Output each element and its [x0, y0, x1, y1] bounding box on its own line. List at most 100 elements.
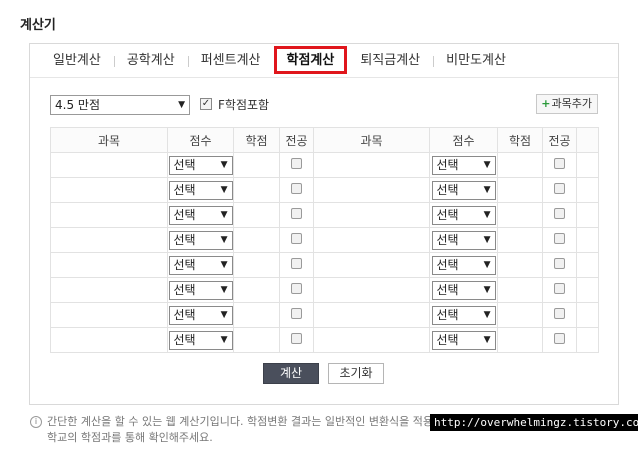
- score-select-value: 선택: [173, 207, 196, 222]
- grade-scale-select[interactable]: 4.5 만점 ▼: [50, 95, 190, 115]
- add-course-label: 과목추가: [551, 97, 592, 110]
- course-input[interactable]: [313, 177, 430, 203]
- course-input[interactable]: [50, 302, 168, 328]
- plus-icon: +: [541, 97, 551, 110]
- course-input[interactable]: [313, 252, 430, 278]
- row-spacer: [576, 302, 599, 328]
- major-checkbox[interactable]: [554, 283, 565, 294]
- notice-line-2: 학교의 학점과를 통해 확인해주세요.: [47, 431, 213, 444]
- f-include-checkbox[interactable]: ✓: [200, 98, 212, 110]
- score-select-value: 선택: [173, 332, 196, 347]
- score-select[interactable]: 선택 ▼: [431, 305, 496, 325]
- score-cell: 선택 ▼: [167, 277, 234, 303]
- course-input[interactable]: [50, 227, 168, 253]
- major-checkbox[interactable]: [554, 158, 565, 169]
- score-select[interactable]: 선택 ▼: [168, 255, 233, 275]
- score-select[interactable]: 선택 ▼: [168, 205, 233, 225]
- credit-input[interactable]: [233, 302, 280, 328]
- tab-engineering[interactable]: 공학계산: [113, 44, 188, 78]
- score-cell: 선택 ▼: [429, 277, 498, 303]
- credit-input[interactable]: [497, 152, 543, 178]
- course-input[interactable]: [50, 252, 168, 278]
- score-select[interactable]: 선택 ▼: [431, 230, 496, 250]
- major-checkbox[interactable]: [554, 183, 565, 194]
- credit-input[interactable]: [233, 277, 280, 303]
- credit-input[interactable]: [233, 252, 280, 278]
- score-cell: 선택 ▼: [167, 202, 234, 228]
- credit-input[interactable]: [497, 277, 543, 303]
- grade-scale-value: 4.5 만점: [55, 98, 100, 112]
- major-cell: [542, 252, 577, 278]
- major-checkbox[interactable]: [554, 308, 565, 319]
- credit-input[interactable]: [497, 302, 543, 328]
- major-checkbox[interactable]: [291, 283, 302, 294]
- major-checkbox[interactable]: [554, 208, 565, 219]
- score-select[interactable]: 선택 ▼: [168, 155, 233, 175]
- score-select[interactable]: 선택 ▼: [431, 205, 496, 225]
- table-row: 선택 ▼ 선택 ▼: [50, 177, 599, 203]
- score-select[interactable]: 선택 ▼: [168, 305, 233, 325]
- major-checkbox[interactable]: [291, 183, 302, 194]
- score-select[interactable]: 선택 ▼: [431, 180, 496, 200]
- score-select[interactable]: 선택 ▼: [431, 330, 496, 350]
- course-input[interactable]: [50, 177, 168, 203]
- course-input[interactable]: [50, 277, 168, 303]
- major-checkbox[interactable]: [291, 208, 302, 219]
- score-select[interactable]: 선택 ▼: [168, 230, 233, 250]
- major-checkbox[interactable]: [291, 308, 302, 319]
- course-input[interactable]: [313, 277, 430, 303]
- credit-input[interactable]: [497, 202, 543, 228]
- credit-input[interactable]: [497, 177, 543, 203]
- credit-input[interactable]: [233, 327, 280, 353]
- calculate-button[interactable]: 계산: [263, 363, 319, 384]
- course-input[interactable]: [313, 152, 430, 178]
- credit-input[interactable]: [233, 152, 280, 178]
- row-spacer: [576, 202, 599, 228]
- course-input[interactable]: [50, 152, 168, 178]
- credit-input[interactable]: [233, 202, 280, 228]
- score-cell: 선택 ▼: [167, 177, 234, 203]
- course-input[interactable]: [313, 302, 430, 328]
- chevron-down-icon: ▼: [178, 100, 185, 110]
- score-select[interactable]: 선택 ▼: [431, 255, 496, 275]
- header-course: 과목: [313, 127, 430, 153]
- major-checkbox[interactable]: [291, 258, 302, 269]
- score-select-value: 선택: [173, 232, 196, 247]
- major-checkbox[interactable]: [554, 233, 565, 244]
- score-select-value: 선택: [436, 257, 459, 272]
- calculator-tabs: 일반계산 공학계산 퍼센트계산 학점계산 퇴직금계산 비만도계산: [40, 44, 519, 78]
- tab-grade[interactable]: 학점계산: [273, 44, 348, 78]
- credit-input[interactable]: [497, 227, 543, 253]
- major-checkbox[interactable]: [291, 333, 302, 344]
- major-checkbox[interactable]: [554, 258, 565, 269]
- score-select[interactable]: 선택 ▼: [168, 330, 233, 350]
- header-spacer: [576, 127, 599, 153]
- score-select[interactable]: 선택 ▼: [168, 280, 233, 300]
- course-input[interactable]: [50, 327, 168, 353]
- course-input[interactable]: [50, 202, 168, 228]
- reset-button[interactable]: 초기화: [328, 363, 384, 384]
- major-checkbox[interactable]: [554, 333, 565, 344]
- tab-severance[interactable]: 퇴직금계산: [347, 44, 433, 78]
- tab-bmi[interactable]: 비만도계산: [433, 44, 519, 78]
- score-select[interactable]: 선택 ▼: [431, 155, 496, 175]
- course-input[interactable]: [313, 202, 430, 228]
- score-select[interactable]: 선택 ▼: [431, 280, 496, 300]
- credit-input[interactable]: [233, 227, 280, 253]
- tab-general[interactable]: 일반계산: [40, 44, 114, 78]
- major-cell: [279, 252, 314, 278]
- course-input[interactable]: [313, 227, 430, 253]
- major-checkbox[interactable]: [291, 233, 302, 244]
- add-course-button[interactable]: +과목추가: [536, 94, 598, 114]
- tab-percent[interactable]: 퍼센트계산: [187, 44, 274, 78]
- score-select[interactable]: 선택 ▼: [168, 180, 233, 200]
- score-cell: 선택 ▼: [429, 177, 498, 203]
- credit-input[interactable]: [497, 252, 543, 278]
- credit-input[interactable]: [497, 327, 543, 353]
- credit-input[interactable]: [233, 177, 280, 203]
- score-select-value: 선택: [173, 157, 196, 172]
- major-checkbox[interactable]: [291, 158, 302, 169]
- chevron-down-icon: ▼: [220, 334, 228, 345]
- score-select-value: 선택: [436, 182, 459, 197]
- course-input[interactable]: [313, 327, 430, 353]
